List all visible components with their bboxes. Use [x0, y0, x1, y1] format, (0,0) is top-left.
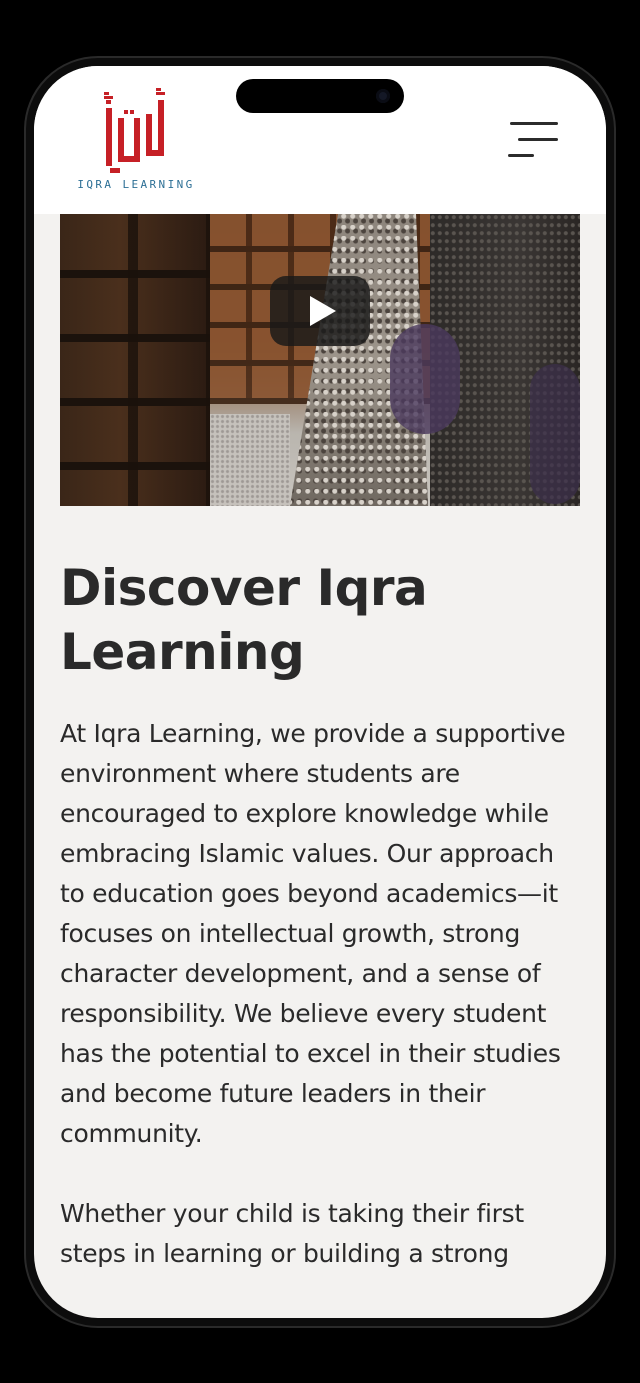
- main-content: Discover Iqra Learning At Iqra Learning,…: [60, 556, 580, 1274]
- video-shadow: [390, 324, 460, 434]
- hamburger-menu-icon[interactable]: [506, 122, 558, 158]
- video-shadow-right: [530, 364, 580, 504]
- dynamic-island: [236, 79, 404, 113]
- menu-line-3: [508, 154, 534, 157]
- second-paragraph: Whether your child is taking their first…: [60, 1199, 524, 1268]
- video-floor: [210, 414, 290, 506]
- menu-line-2: [518, 138, 558, 141]
- video-player[interactable]: [60, 214, 580, 506]
- page-title: Discover Iqra Learning: [60, 559, 428, 681]
- camera-icon: [376, 89, 390, 103]
- intro-paragraph: At Iqra Learning, we provide a supportiv…: [60, 719, 566, 1148]
- play-button[interactable]: [270, 276, 370, 346]
- video-frame-left: [60, 214, 210, 506]
- logo-wordmark: IQRA LEARNING: [77, 178, 195, 191]
- phone-screen: IQRA LEARNING Discover Iqra Learning At …: [34, 66, 606, 1318]
- menu-line-1: [510, 122, 558, 125]
- play-icon: [310, 296, 336, 326]
- iqra-logo[interactable]: IQRA LEARNING: [76, 84, 196, 196]
- logo-arabic-glyph: [104, 88, 165, 173]
